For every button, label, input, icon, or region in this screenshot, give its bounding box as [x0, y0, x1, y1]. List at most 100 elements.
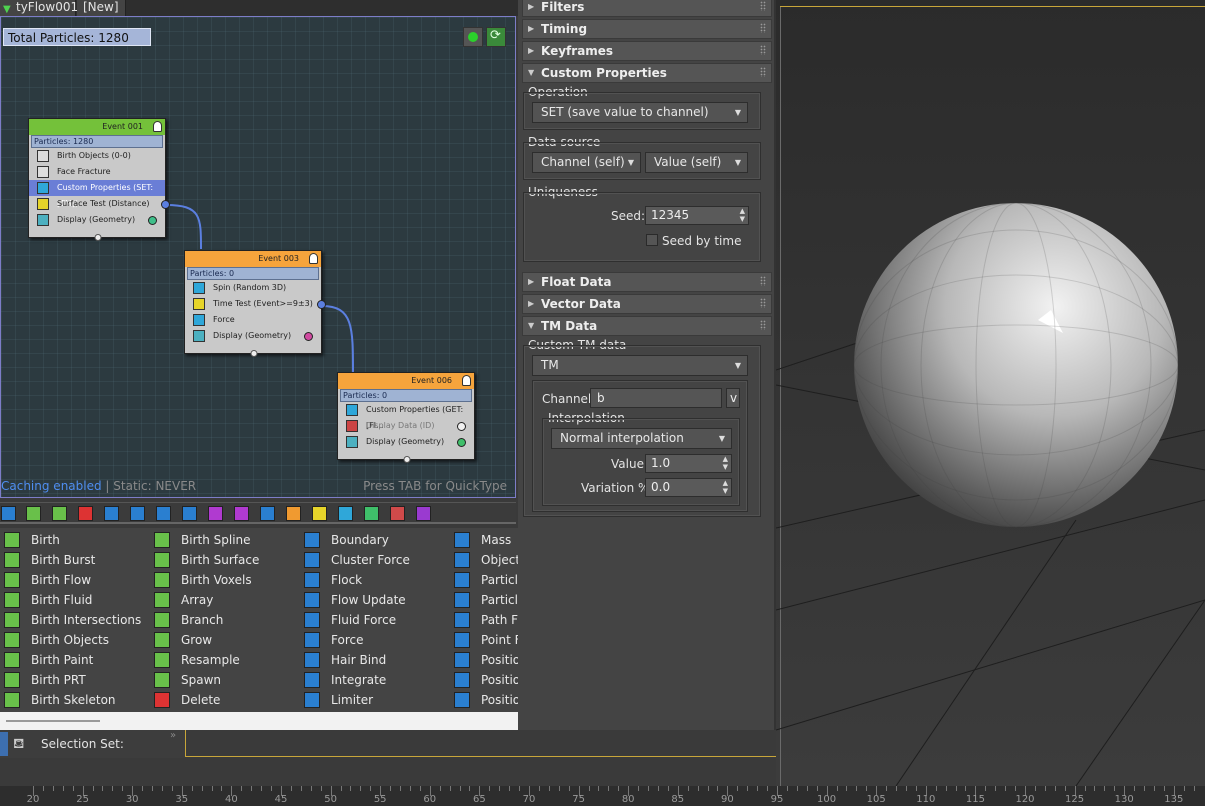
realtime-toggle-button[interactable] [463, 27, 483, 47]
grid-category-icon[interactable] [182, 506, 197, 521]
grip-icon [760, 23, 766, 33]
rollout-vector-data[interactable]: ▶ Vector Data [522, 294, 772, 314]
mesh-category-icon[interactable] [234, 506, 249, 521]
tab-new[interactable]: [New] [77, 0, 126, 16]
all-operators-icon[interactable] [1, 506, 16, 521]
data-source-value-dropdown[interactable]: Value (self) ▼ [645, 152, 748, 173]
display-color-swatch[interactable] [148, 216, 157, 225]
channel-pick-button[interactable]: v [726, 388, 740, 408]
custom-category-icon[interactable] [338, 506, 353, 521]
operator-surface-test[interactable]: Surface Test (Distance) [29, 196, 170, 212]
event-header[interactable]: Event 006 [338, 373, 474, 389]
cache-category-icon[interactable] [286, 506, 301, 521]
event-output-dot[interactable] [250, 350, 258, 357]
array-category-icon[interactable] [52, 506, 67, 521]
operator-display[interactable]: Display (Geometry) [29, 212, 165, 228]
operator-face-fracture[interactable]: Face Fracture [29, 164, 165, 180]
operation-dropdown[interactable]: SET (save value to channel) ▼ [532, 102, 748, 123]
rollout-float-data[interactable]: ▶ Float Data [522, 272, 772, 292]
event-node-001[interactable]: Event 001 Particles: 1280 Birth Objects … [28, 118, 170, 241]
timeline-bar[interactable] [185, 730, 776, 758]
position-category-icon[interactable] [130, 506, 145, 521]
ruler-minor-tick [1134, 786, 1136, 791]
rollout-custom-properties[interactable]: ▼ Custom Properties [522, 63, 772, 83]
scroll-thumb[interactable] [6, 720, 100, 722]
delete-category-icon[interactable] [78, 506, 93, 521]
output-port[interactable] [161, 200, 170, 209]
operator-custom-properties[interactable]: Custom Properties (SET: [TM]) [29, 180, 165, 208]
operator-spin[interactable]: Spin (Random 3D) [185, 280, 321, 296]
material-category-icon[interactable] [208, 506, 223, 521]
event-header[interactable]: Event 001 [29, 119, 165, 135]
operator-display[interactable]: Display (Geometry) [185, 328, 321, 344]
ruler-label: 40 [225, 794, 238, 805]
tree-category-icon[interactable] [260, 506, 275, 521]
display-category-icon[interactable] [390, 506, 405, 521]
force-category-icon[interactable] [104, 506, 119, 521]
operator-icon [154, 572, 170, 588]
operator-display[interactable]: Display (Geometry) [338, 434, 474, 450]
spinner-arrows-icon[interactable]: ▲ ▼ [740, 207, 745, 223]
chevron-down-icon: ▼ [734, 158, 741, 167]
event-header[interactable]: Event 003 [185, 251, 321, 267]
interpolation-dropdown[interactable]: Normal interpolation ▼ [551, 428, 732, 449]
operator-display-data[interactable]: Display Data (ID) [338, 418, 474, 434]
down-arrow-icon: ▼ [3, 4, 11, 15]
operator-custom-properties[interactable]: Custom Properties (GET: [Fl... [338, 402, 474, 430]
custom-tm-dropdown[interactable]: TM ▼ [532, 355, 748, 376]
display-color-swatch[interactable] [457, 422, 466, 431]
operator-birth-objects[interactable]: Birth Objects (0-0) [29, 148, 165, 164]
operator-force[interactable]: Force [185, 312, 321, 328]
rollout-filters[interactable]: ▶ Filters [522, 0, 772, 17]
ruler-minor-tick [548, 786, 550, 791]
value-spinner[interactable]: 1.0 ▲ ▼ [645, 454, 732, 473]
data-source-channel-value: Channel (self) [541, 155, 625, 169]
send-category-icon[interactable] [364, 506, 379, 521]
seed-spinner[interactable]: 12345 ▲ ▼ [645, 206, 749, 225]
ruler-minor-tick [1044, 786, 1046, 791]
sphere[interactable] [854, 203, 1178, 527]
panel-grip-icon[interactable] [0, 732, 8, 756]
rollout-timing[interactable]: ▶ Timing [522, 19, 772, 39]
operator-icon [154, 672, 170, 688]
rollout-tm-data[interactable]: ▼ TM Data [522, 316, 772, 336]
viewport[interactable] [776, 0, 1205, 786]
time-ruler[interactable]: 20 25 30 35 40 45 50 55 60 65 70 75 80 85 90 95 100 105 11… [0, 786, 1205, 806]
shape-category-icon[interactable] [156, 506, 171, 521]
expand-chevron-icon[interactable]: » [170, 730, 176, 741]
lightbulb-icon[interactable] [309, 253, 318, 264]
event-output-dot[interactable] [94, 234, 102, 241]
rollout-keyframes[interactable]: ▶ Keyframes [522, 41, 772, 61]
operator-time-test[interactable]: Time Test (Event>=9±3) [185, 296, 326, 312]
operator-name: Path Fo [481, 613, 518, 627]
ruler-minor-tick [618, 786, 620, 791]
event-output-dot[interactable] [403, 456, 411, 463]
test-category-icon[interactable] [312, 506, 327, 521]
operator-label: Display (Geometry) [366, 437, 445, 446]
ruler-minor-tick [122, 786, 124, 791]
spinner-arrows-icon[interactable]: ▲ ▼ [723, 479, 728, 495]
ruler-label: 80 [621, 794, 635, 805]
ruler-minor-tick [896, 786, 898, 791]
data-source-channel-dropdown[interactable]: Channel (self) ▼ [532, 152, 641, 173]
variation-spinner[interactable]: 0.0 ▲ ▼ [645, 478, 732, 497]
script-category-icon[interactable] [416, 506, 431, 521]
event-node-003[interactable]: Event 003 Particles: 0 Spin (Random 3D) … [184, 250, 326, 357]
lightbulb-icon[interactable] [153, 121, 162, 132]
tab-tyflow001[interactable]: ▼ tyFlow001 [0, 0, 78, 16]
lightbulb-icon[interactable] [462, 375, 471, 386]
operator-list-scrollbar[interactable] [0, 712, 518, 730]
seed-by-time-checkbox[interactable] [646, 234, 658, 246]
display-color-swatch[interactable] [457, 438, 466, 447]
ruler-minor-tick [856, 786, 858, 791]
event-node-006[interactable]: Event 006 Particles: 0 Custom Properties… [337, 372, 475, 463]
channel-input[interactable]: b [590, 388, 722, 408]
spinner-arrows-icon[interactable]: ▲ ▼ [723, 455, 728, 471]
output-port[interactable] [317, 300, 326, 309]
display-color-swatch[interactable] [304, 332, 313, 341]
birth-category-icon[interactable] [26, 506, 41, 521]
ruler-minor-tick [1193, 786, 1195, 791]
node-graph[interactable]: Total Particles: 1280 ⟳ Event 001 Partic… [0, 16, 516, 498]
refresh-button[interactable]: ⟳ [486, 27, 506, 47]
selection-set-icon[interactable]: ⛾ [13, 736, 24, 754]
